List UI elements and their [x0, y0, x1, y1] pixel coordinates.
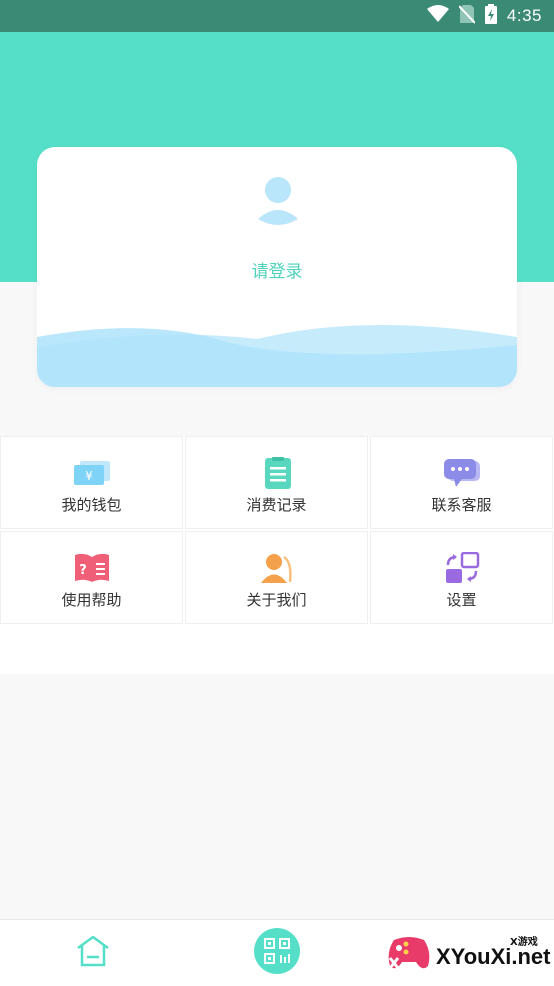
menu-item-help[interactable]: ? 使用帮助 — [0, 531, 183, 624]
menu-item-label: 使用帮助 — [61, 591, 122, 609]
menu-item-support[interactable]: 联系客服 — [370, 436, 553, 529]
profile-card[interactable]: 请登录 — [37, 147, 517, 387]
wifi-icon — [426, 4, 449, 28]
record-list-icon — [264, 457, 291, 489]
help-book-icon: ? — [74, 553, 109, 582]
person-info-icon — [260, 554, 292, 583]
watermark-text: XYouXi.net — [436, 944, 551, 969]
menu-item-settings[interactable]: 设置 — [370, 531, 553, 624]
svg-text:¥: ¥ — [85, 469, 93, 483]
card-wave-decoration — [37, 324, 517, 387]
menu-grid: ¥ 我的钱包 消费记录 联系客服 ? 使用帮助 关于我们 设置 — [0, 436, 554, 674]
settings-swap-icon — [445, 552, 479, 583]
qr-scan-icon — [254, 928, 300, 974]
user-avatar-icon — [258, 177, 298, 225]
game-controller-icon — [388, 937, 430, 969]
nav-home[interactable] — [60, 920, 126, 986]
menu-item-wallet[interactable]: ¥ 我的钱包 — [0, 436, 183, 529]
menu-item-label: 设置 — [446, 591, 477, 609]
battery-charging-icon — [484, 3, 497, 29]
login-link[interactable]: 请登录 — [37, 257, 517, 282]
menu-item-label: 我的钱包 — [61, 496, 122, 514]
nav-scan[interactable] — [244, 920, 310, 986]
wallet-icon: ¥ — [73, 461, 110, 485]
chat-bubble-icon — [443, 459, 480, 487]
menu-item-about[interactable]: 关于我们 — [185, 531, 368, 624]
svg-text:?: ? — [79, 563, 87, 578]
menu-item-label: 消费记录 — [246, 496, 307, 514]
status-time: 4:35 — [506, 6, 542, 25]
home-icon — [77, 935, 109, 967]
no-sim-icon — [458, 4, 476, 29]
menu-item-label: 关于我们 — [246, 591, 307, 609]
menu-item-records[interactable]: 消费记录 — [185, 436, 368, 529]
menu-item-label: 联系客服 — [431, 496, 492, 514]
bottom-navigation: X游戏 XYouXi.net — [0, 919, 554, 986]
nav-profile[interactable]: X游戏 XYouXi.net — [380, 920, 554, 986]
status-bar: 4:35 — [0, 0, 554, 32]
